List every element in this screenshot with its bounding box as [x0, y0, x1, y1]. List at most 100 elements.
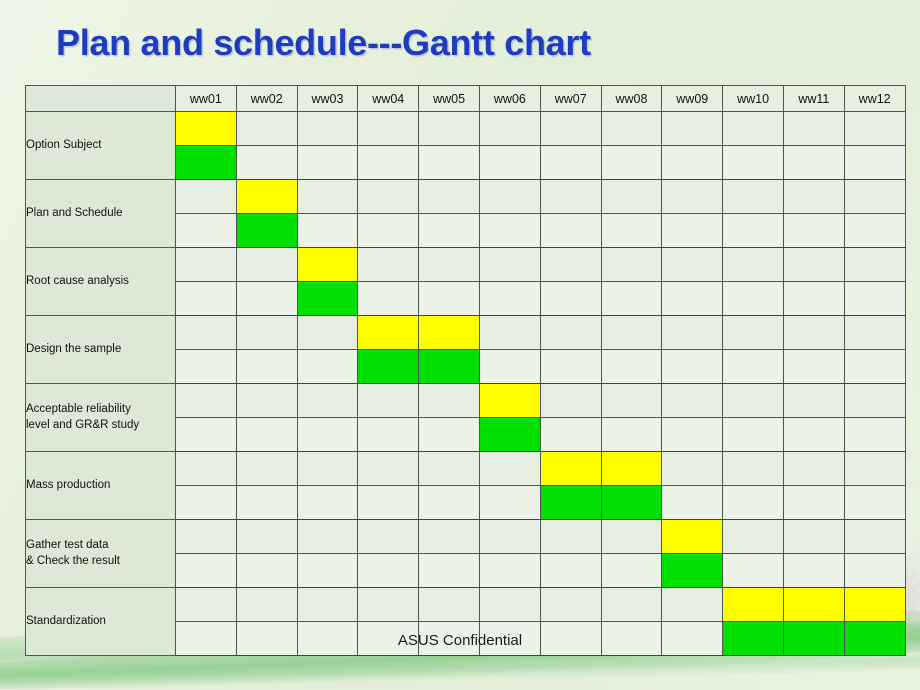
gantt-bar-plan [600, 451, 663, 486]
gantt-cell-empty [296, 145, 359, 180]
gantt-cell-empty [175, 417, 237, 452]
gantt-bar-plan [722, 587, 784, 622]
gantt-cell-empty [357, 485, 420, 520]
gantt-cell-empty [175, 621, 237, 656]
task-row-plan: Acceptable reliability level and GR&R stu… [25, 383, 906, 452]
gantt-cell-empty [600, 145, 663, 180]
task-label-cell: Option Subject [25, 111, 176, 180]
gantt-cell-empty [722, 247, 784, 282]
task-label-line: Root cause analysis [26, 274, 129, 287]
gantt-cell-empty [600, 587, 663, 622]
gantt-cell-empty [539, 281, 602, 316]
gantt-cell-empty [418, 451, 480, 486]
column-header-ww06: ww06 [478, 85, 541, 112]
gantt-cell-empty [782, 349, 845, 384]
gantt-bar-plan [175, 111, 237, 146]
gantt-cell-empty [418, 519, 480, 554]
gantt-cell-empty [175, 519, 237, 554]
gantt-cell-empty [235, 111, 298, 146]
task-label-cell: Acceptable reliability level and GR&R stu… [25, 383, 176, 452]
gantt-cell-empty [722, 451, 784, 486]
task-label-line: Plan and Schedule [26, 206, 123, 219]
gantt-cell-empty [357, 247, 420, 282]
task-label-line: Mass production [26, 478, 111, 491]
gantt-cell-empty [478, 281, 541, 316]
gantt-bar-plan [478, 383, 541, 418]
gantt-cell-empty [539, 111, 602, 146]
gantt-cell-empty [661, 281, 724, 316]
gantt-cell-empty [539, 179, 602, 214]
gantt-cell-empty [478, 485, 541, 520]
gantt-bar-plan [235, 179, 298, 214]
gantt-cell-empty [478, 587, 541, 622]
gantt-cell-empty [661, 621, 724, 656]
gantt-cell-empty [661, 315, 724, 350]
gantt-cell-empty [296, 349, 359, 384]
gantt-cell-empty [175, 587, 237, 622]
gantt-cell-empty [235, 315, 298, 350]
gantt-cell-empty [478, 145, 541, 180]
gantt-cell-empty [418, 247, 480, 282]
gantt-cell-empty [418, 145, 480, 180]
gantt-cell-empty [843, 281, 906, 316]
task-row-plan: Plan and Schedule [25, 179, 906, 248]
gantt-bar-plan [782, 587, 845, 622]
gantt-cell-empty [235, 553, 298, 588]
gantt-cell-empty [175, 315, 237, 350]
gantt-cell-empty [357, 451, 420, 486]
gantt-bar-actual [357, 349, 420, 384]
gantt-cell-empty [175, 451, 237, 486]
gantt-cell-empty [478, 247, 541, 282]
gantt-cell-empty [175, 349, 237, 384]
gantt-cell-empty [175, 213, 237, 248]
gantt-cell-empty [722, 179, 784, 214]
gantt-cell-empty [357, 621, 420, 656]
gantt-cell-empty [539, 315, 602, 350]
gantt-cell-empty [357, 145, 420, 180]
gantt-cell-empty [418, 383, 480, 418]
gantt-cell-empty [296, 587, 359, 622]
gantt-cell-empty [661, 145, 724, 180]
task-label-cell: Standardization [25, 587, 176, 656]
gantt-cell-empty [235, 349, 298, 384]
gantt-cell-empty [782, 247, 845, 282]
task-label-line: & Check the result [26, 554, 120, 567]
gantt-cell-empty [600, 349, 663, 384]
gantt-cell-empty [782, 553, 845, 588]
gantt-cell-empty [175, 281, 237, 316]
column-header-ww03: ww03 [296, 85, 359, 112]
page-title: Plan and schedule---Gantt chart [56, 22, 591, 63]
gantt-cell-empty [782, 451, 845, 486]
task-label-line: Option Subject [26, 138, 102, 151]
gantt-cell-empty [235, 451, 298, 486]
slide-canvas: Plan and schedule---Gantt chart ww01 ww02… [0, 0, 920, 690]
task-row-plan: Standardization [25, 587, 906, 656]
gantt-cell-empty [357, 587, 420, 622]
gantt-cell-empty [235, 247, 298, 282]
gantt-cell-empty [539, 587, 602, 622]
gantt-cell-empty [418, 417, 480, 452]
gantt-bar-plan [357, 315, 420, 350]
gantt-cell-empty [782, 315, 845, 350]
gantt-cell-empty [235, 417, 298, 452]
task-row-plan: Gather test data & Check the result [25, 519, 906, 588]
gantt-cell-empty [478, 519, 541, 554]
gantt-cell-empty [782, 519, 845, 554]
gantt-cell-empty [175, 383, 237, 418]
column-header-ww12: ww12 [843, 85, 906, 112]
gantt-cell-empty [782, 281, 845, 316]
column-header-ww08: ww08 [600, 85, 663, 112]
gantt-cell-empty [722, 519, 784, 554]
gantt-cell-empty [843, 553, 906, 588]
task-row-plan: Design the sample [25, 315, 906, 384]
gantt-cell-empty [539, 553, 602, 588]
gantt-cell-empty [600, 519, 663, 554]
gantt-cell-empty [296, 213, 359, 248]
gantt-cell-empty [782, 485, 845, 520]
gantt-bar-actual [661, 553, 724, 588]
gantt-cell-empty [539, 519, 602, 554]
gantt-cell-empty [661, 179, 724, 214]
column-header-ww10: ww10 [722, 85, 784, 112]
task-label-cell: Plan and Schedule [25, 179, 176, 248]
gantt-cell-empty [600, 621, 663, 656]
